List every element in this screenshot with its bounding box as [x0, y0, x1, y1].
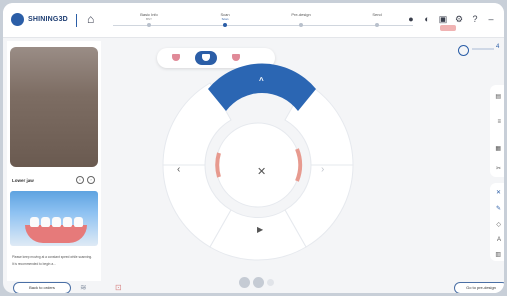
teeth-illustration: [10, 191, 98, 246]
step-scan[interactable]: Scan Scan: [195, 12, 255, 27]
marker-icon[interactable]: ◐: [422, 14, 432, 24]
lower-jaw-icon: [202, 54, 210, 61]
tooth: [30, 217, 39, 227]
gum-shape: [25, 225, 87, 243]
workflow-progress-line: [113, 25, 413, 26]
tooth: [41, 217, 50, 227]
layers-icon[interactable]: ▤: [495, 93, 501, 100]
list-icon[interactable]: ≡: [497, 119, 501, 125]
top-bar: SHINING3D ⌂ Basic Info BSY Scan Scan Pre…: [3, 3, 504, 38]
go-to-pre-design-button[interactable]: Go to pre-design: [454, 282, 504, 293]
back-to-orders-button[interactable]: Back to orders: [13, 282, 71, 293]
step-dot: [375, 23, 379, 27]
pager-dot[interactable]: [253, 277, 264, 288]
bite-icon: [232, 54, 240, 61]
gear-icon[interactable]: ⚙: [454, 14, 464, 24]
toolbar-icons: ● ◐ ▣ ⚙ ? –: [406, 14, 496, 24]
user-icon[interactable]: ●: [406, 14, 416, 24]
note-item: Please keep moving at a constant speed w…: [12, 255, 93, 259]
scanner-icon[interactable]: ≋: [80, 283, 87, 292]
step-label: Send: [372, 12, 382, 17]
tooth: [74, 217, 83, 227]
brand-logo: SHINING3D: [11, 13, 68, 26]
home-icon[interactable]: ⌂: [87, 13, 100, 26]
progress-arc-left: [215, 152, 221, 178]
step-dot: [299, 23, 303, 27]
cut-icon[interactable]: ✂: [496, 165, 501, 172]
alert-indicator: [440, 25, 456, 31]
tooth: [52, 217, 61, 227]
brand-name: SHINING3D: [28, 16, 68, 23]
step-dot: [147, 23, 151, 27]
scan-notes: Please keep moving at a constant speed w…: [12, 255, 98, 268]
brush-icon[interactable]: ✎: [496, 205, 501, 212]
right-panel: ▤ ≡ ▦ ✂ ✕ ✎ ◇ A ▥: [484, 41, 504, 281]
pager-dots: [239, 277, 274, 288]
step-send[interactable]: Send: [347, 12, 407, 27]
upper-jaw-button[interactable]: [165, 51, 187, 65]
left-panel: Lower jaw i › Please keep moving at a co…: [7, 41, 101, 281]
upper-jaw-icon: [172, 54, 180, 61]
cross-tool-icon[interactable]: ✕: [496, 189, 501, 196]
text-icon[interactable]: A: [497, 237, 501, 243]
step-sub: Scan: [221, 17, 229, 21]
up-arrow-icon: ^: [259, 76, 264, 85]
tooth: [63, 217, 72, 227]
logo-mark-icon: [11, 13, 24, 26]
grid-icon[interactable]: ▦: [495, 145, 501, 152]
shape-icon[interactable]: ◇: [496, 221, 501, 228]
pager-dot[interactable]: [239, 277, 250, 288]
chevron-left-icon[interactable]: ‹: [177, 164, 180, 175]
screenshot-icon[interactable]: ⊡: [115, 283, 122, 292]
panel-icons: i ›: [76, 176, 95, 184]
expand-icon[interactable]: ›: [87, 176, 95, 184]
target-icon[interactable]: [458, 45, 469, 56]
chevron-right-icon[interactable]: ›: [321, 164, 324, 175]
app-window: SHINING3D ⌂ Basic Info BSY Scan Scan Pre…: [3, 3, 504, 293]
step-label: Pre-design: [291, 12, 311, 17]
step-basic-info[interactable]: Basic Info BSY: [119, 12, 179, 27]
right-tool-panel-2: ✕ ✎ ◇ A ▥: [490, 183, 504, 261]
right-tool-panel: ▤ ≡ ▦ ✂: [490, 85, 504, 177]
close-icon[interactable]: ✕: [257, 165, 266, 178]
note-item: It is recommended to begin a...: [12, 261, 56, 266]
play-icon[interactable]: ▶: [257, 225, 263, 234]
step-sub: BSY: [145, 17, 152, 21]
window-frame: SHINING3D ⌂ Basic Info BSY Scan Scan Pre…: [0, 0, 507, 296]
trash-icon[interactable]: ▥: [495, 251, 501, 258]
minimize-icon[interactable]: –: [486, 14, 496, 24]
pager-dot[interactable]: [267, 279, 274, 286]
step-dot: [223, 23, 227, 27]
panel-title: Lower jaw: [12, 178, 34, 183]
divider: [76, 14, 77, 27]
dial-top-segment[interactable]: [206, 61, 318, 113]
info-icon[interactable]: i: [76, 176, 84, 184]
step-pre-design[interactable]: Pre-design: [271, 12, 331, 27]
window-icon[interactable]: ▣: [438, 14, 448, 24]
help-icon[interactable]: ?: [470, 14, 480, 24]
dial-top-segment-shape: [208, 63, 316, 111]
scan-preview: [10, 47, 98, 167]
